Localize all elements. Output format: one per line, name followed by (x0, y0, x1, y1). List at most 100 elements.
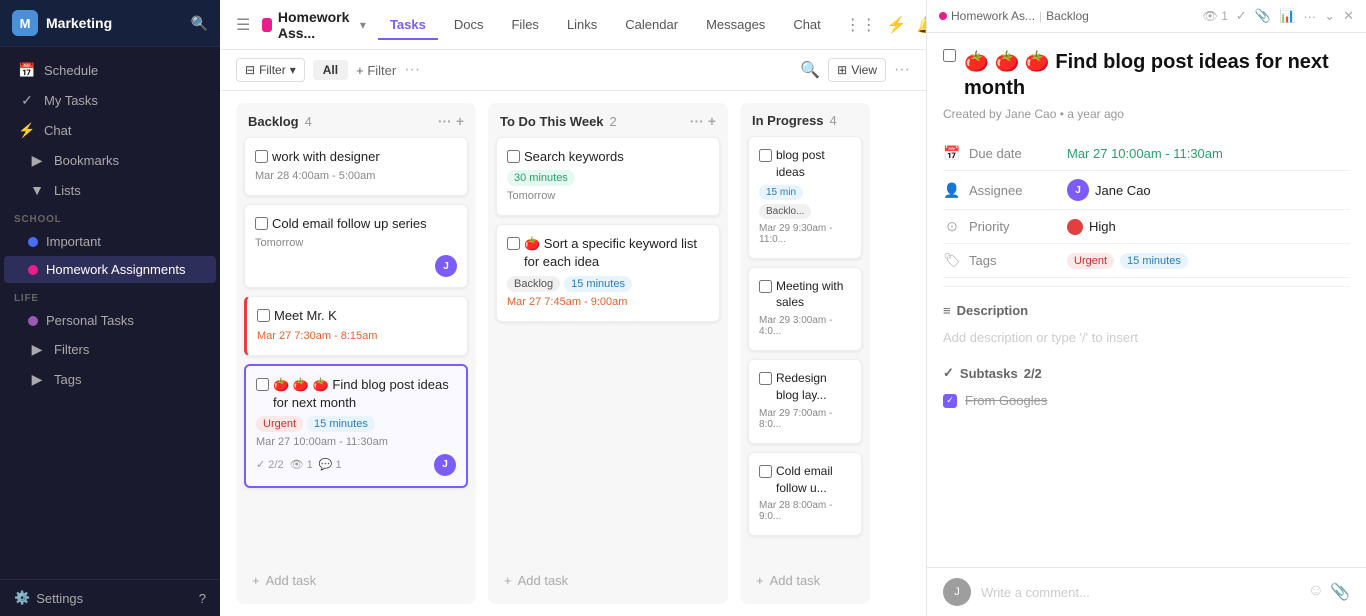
task-card[interactable]: 🍅 Sort a specific keyword list for each … (496, 224, 720, 321)
task-checkbox[interactable] (759, 465, 772, 478)
description-placeholder[interactable]: Add description or type '/' to insert (943, 326, 1350, 349)
task-tags: 15 min Backlo... (759, 185, 851, 219)
sidebar-item-homework-assignments[interactable]: Homework Assignments (4, 256, 216, 283)
more-icon[interactable]: ··· (438, 113, 452, 129)
sidebar-item-tags[interactable]: ▶ Tags (4, 365, 216, 394)
sidebar-item-lists[interactable]: ▼ Lists (4, 176, 216, 204)
search-icon[interactable]: 🔍 (800, 60, 820, 80)
sidebar-item-chat[interactable]: ⚡ Chat (4, 116, 216, 145)
bell-icon[interactable]: 🔔 (917, 15, 926, 35)
task-card[interactable]: blog post ideas 15 min Backlo... Mar 29 … (748, 136, 862, 259)
detail-title-row: 🍅 🍅 🍅 Find blog post ideas for next mont… (943, 49, 1350, 101)
task-checkbox[interactable] (507, 237, 520, 250)
task-card[interactable]: work with designer Mar 28 4:00am - 5:00a… (244, 137, 468, 196)
detail-header: Homework As... | Backlog 👁 1 ✓ 📎 📊 ··· ⌄… (927, 0, 1366, 33)
task-checkbox[interactable] (256, 378, 269, 391)
priority-value[interactable]: High (1067, 219, 1116, 235)
task-card-selected[interactable]: 🍅 🍅 🍅 Find blog post ideas for next mont… (244, 364, 468, 488)
filter-chevron-icon: ▾ (290, 63, 296, 77)
task-time: Mar 27 10:00am - 11:30am (256, 436, 456, 448)
project-selector[interactable]: Homework Ass... ▾ (262, 9, 366, 41)
check-icon[interactable]: ✓ (1236, 8, 1247, 24)
section-life: LIFE (0, 287, 220, 306)
task-card[interactable]: Search keywords 30 minutes Tomorrow (496, 137, 720, 216)
grid-icon[interactable]: ⋮⋮ (845, 15, 877, 35)
plus-icon: + (252, 573, 260, 588)
task-checkbox[interactable] (759, 372, 772, 385)
workspace-logo: M (12, 10, 38, 36)
task-title: blog post ideas (759, 147, 851, 181)
view-button[interactable]: ⊞ View (828, 58, 886, 82)
hamburger-icon[interactable]: ☰ (236, 15, 250, 35)
task-card[interactable]: Meeting with sales Mar 29 3:00am - 4:0..… (748, 267, 862, 352)
eye-icon[interactable]: 👁 1 (1203, 9, 1228, 23)
sidebar-item-label: Homework Assignments (46, 262, 185, 277)
emoji-icon[interactable]: ☺ (1308, 582, 1324, 602)
sidebar-item-schedule[interactable]: 📅 Schedule (4, 56, 216, 85)
assignee-value[interactable]: J Jane Cao (1067, 179, 1151, 201)
filter-button[interactable]: ⊟ Filter ▾ (236, 58, 305, 82)
task-title: Redesign blog lay... (759, 370, 851, 404)
tab-calendar[interactable]: Calendar (613, 11, 690, 40)
add-task-button[interactable]: + Add task (244, 565, 468, 596)
tab-docs[interactable]: Docs (442, 11, 496, 40)
column-todo-body: Search keywords 30 minutes Tomorrow 🍅 So… (488, 137, 728, 565)
assignee-label: Assignee (969, 183, 1059, 198)
toolbar-more-icon[interactable]: ··· (894, 61, 910, 79)
task-checkbox[interactable] (759, 149, 772, 162)
tab-links[interactable]: Links (555, 11, 609, 40)
task-checkbox[interactable] (257, 309, 270, 322)
column-backlog-body: work with designer Mar 28 4:00am - 5:00a… (236, 137, 476, 565)
task-checkbox[interactable] (255, 150, 268, 163)
close-icon[interactable]: ✕ (1343, 8, 1354, 24)
minimize-icon[interactable]: ⌄ (1324, 8, 1335, 24)
comment-area: J ☺ 📎 (927, 567, 1366, 616)
bolt-icon[interactable]: ⚡ (887, 15, 907, 35)
due-date-value[interactable]: Mar 27 10:00am - 11:30am (1067, 146, 1223, 161)
search-icon[interactable]: 🔍 (191, 15, 208, 32)
detail-panel: Homework As... | Backlog 👁 1 ✓ 📎 📊 ··· ⌄… (926, 0, 1366, 616)
tag-15min: 15 minutes (1120, 253, 1188, 269)
detail-fields: 📅 Due date Mar 27 10:00am - 11:30am 👤 As… (943, 137, 1350, 278)
task-card[interactable]: Cold email follow up series Tomorrow J (244, 204, 468, 288)
task-card[interactable]: Meet Mr. K Mar 27 7:30am - 8:15am (244, 296, 468, 355)
sidebar-item-bookmarks[interactable]: ▶ Bookmarks (4, 146, 216, 175)
add-task-button[interactable]: + Add task (748, 565, 862, 596)
detail-header-actions: 👁 1 ✓ 📎 📊 ··· ⌄ ✕ (1203, 8, 1354, 24)
task-checkbox[interactable] (255, 217, 268, 230)
tab-chat[interactable]: Chat (781, 11, 832, 40)
sidebar-item-filters[interactable]: ▶ Filters (4, 335, 216, 364)
tag-urgent: Urgent (1067, 253, 1114, 269)
tab-messages[interactable]: Messages (694, 11, 777, 40)
sidebar-item-my-tasks[interactable]: ✓ My Tasks (4, 86, 216, 115)
tag-icon: 🏷 (943, 252, 961, 269)
subtask-item[interactable]: ✓ From Googles (943, 389, 1350, 412)
sidebar-item-personal-tasks[interactable]: Personal Tasks (4, 307, 216, 334)
help-icon[interactable]: ? (199, 591, 206, 606)
all-filter-tag[interactable]: All (313, 60, 348, 80)
sidebar-item-important[interactable]: Important (4, 228, 216, 255)
paperclip-icon[interactable]: 📎 (1255, 8, 1271, 24)
tags-value[interactable]: Urgent 15 minutes (1067, 253, 1188, 269)
chevron-right-icon: ▶ (28, 341, 46, 358)
comment-input[interactable] (981, 585, 1298, 600)
more-icon[interactable]: ··· (690, 113, 704, 129)
add-task-icon[interactable]: + (708, 113, 716, 129)
add-task-icon[interactable]: + (456, 113, 464, 129)
add-filter-button[interactable]: + Filter (356, 63, 396, 78)
topbar-nav: Tasks Docs Files Links Calendar Messages… (378, 11, 833, 39)
settings-button[interactable]: ⚙️ Settings (14, 590, 83, 606)
subtask-checkbox[interactable]: ✓ (943, 394, 957, 408)
task-checkbox[interactable] (507, 150, 520, 163)
tab-files[interactable]: Files (499, 11, 550, 40)
chart-icon[interactable]: 📊 (1279, 8, 1295, 24)
detail-task-checkbox[interactable] (943, 49, 956, 62)
more-options-icon[interactable]: ··· (404, 61, 420, 79)
task-card[interactable]: Cold email follow u... Mar 28 8:00am - 9… (748, 452, 862, 537)
task-card[interactable]: Redesign blog lay... Mar 29 7:00am - 8:0… (748, 359, 862, 444)
task-checkbox[interactable] (759, 280, 772, 293)
more-icon[interactable]: ··· (1303, 9, 1316, 24)
attachment-icon[interactable]: 📎 (1330, 582, 1350, 602)
tab-tasks[interactable]: Tasks (378, 11, 438, 40)
add-task-button[interactable]: + Add task (496, 565, 720, 596)
